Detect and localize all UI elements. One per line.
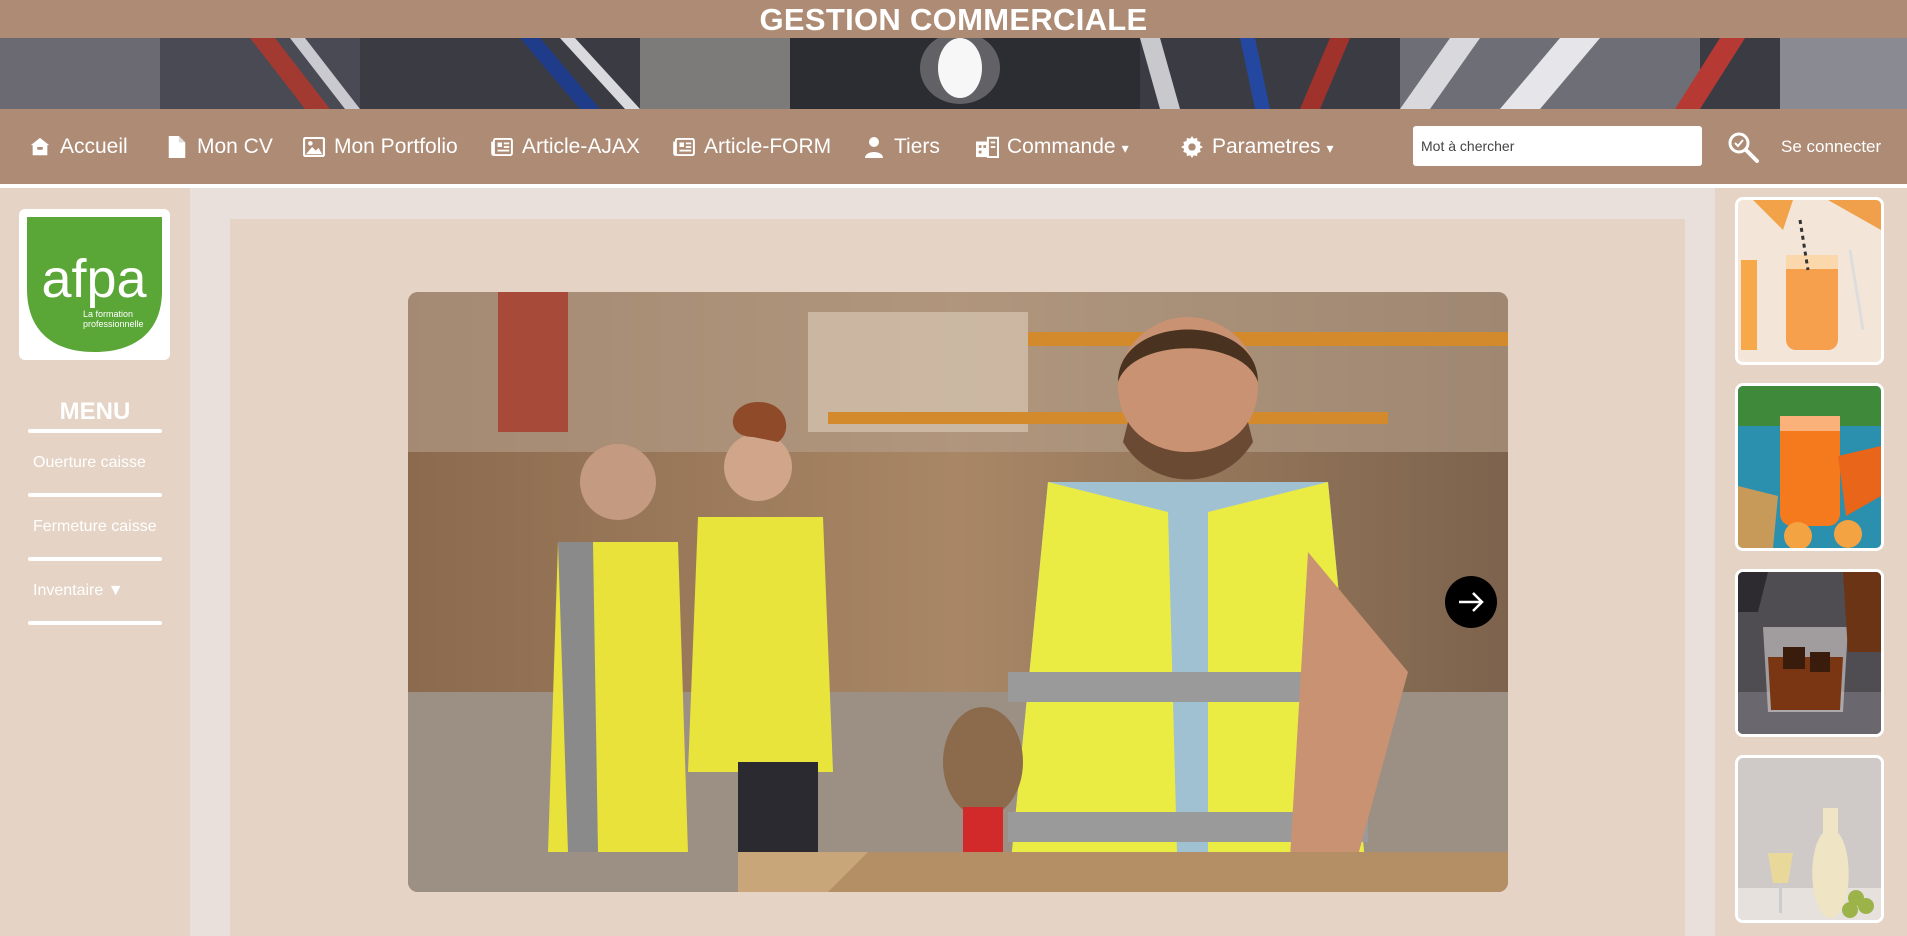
logo-tagline: professionnelle	[83, 319, 144, 329]
gear-icon	[1180, 135, 1204, 159]
nav-item-label: Commande	[1007, 134, 1116, 158]
nav-item-tiers[interactable]: Tiers	[862, 109, 940, 184]
carousel-image	[408, 292, 1508, 892]
nav-item-label: Tiers	[894, 134, 940, 158]
newspaper-icon	[672, 135, 696, 159]
left-sidebar: afpa La formation professionnelle MENU O…	[0, 188, 190, 936]
login-link[interactable]: Se connecter	[1781, 109, 1881, 184]
menu-divider	[28, 621, 162, 625]
nav-item-commande[interactable]: Commande ▾	[975, 109, 1129, 184]
arrow-right-icon	[1459, 592, 1484, 612]
chevron-down-icon: ▾	[1121, 140, 1129, 156]
nav-item-label: Mon CV	[197, 134, 273, 158]
search-input[interactable]	[1413, 126, 1702, 166]
menu-title: MENU	[59, 398, 131, 425]
menu-divider	[28, 429, 162, 433]
home-icon	[28, 135, 52, 159]
chevron-down-icon: ▾	[1326, 140, 1334, 156]
image-icon	[302, 135, 326, 159]
navbar-divider	[0, 184, 1907, 188]
order-icon	[975, 135, 999, 159]
search-icon[interactable]	[1726, 130, 1760, 164]
nav-item-mon-portfolio[interactable]: Mon Portfolio	[302, 109, 458, 184]
newspaper-icon	[490, 135, 514, 159]
user-icon	[862, 135, 886, 159]
nav-item-label: Accueil	[60, 134, 128, 158]
nav-item-label: Parametres	[1212, 134, 1321, 158]
nav-item-accueil[interactable]: Accueil	[28, 109, 128, 184]
nav-item-article-ajax[interactable]: Article-AJAX	[490, 109, 640, 184]
afpa-logo[interactable]: afpa La formation professionnelle	[19, 209, 170, 360]
document-icon	[165, 135, 189, 159]
nav-item-parametres[interactable]: Parametres ▾	[1180, 109, 1334, 184]
thumbnail-whiskey-glasses[interactable]	[1735, 569, 1884, 737]
menu-item-fermeture-caisse[interactable]: Fermeture caisse	[33, 518, 157, 536]
thumbnail-carrot-juice[interactable]	[1735, 383, 1884, 551]
nav-item-label: Mon Portfolio	[334, 134, 458, 158]
logo-text: afpa	[41, 249, 147, 309]
menu-divider	[28, 493, 162, 497]
menu-item-ouverture-caisse[interactable]: Ouerture caisse	[33, 454, 146, 472]
thumbnail-orange-juice[interactable]	[1735, 197, 1884, 365]
menu-item-inventaire[interactable]: Inventaire ▼	[33, 582, 124, 600]
nav-item-mon-cv[interactable]: Mon CV	[165, 109, 273, 184]
thumbnail-white-wine[interactable]	[1735, 755, 1884, 923]
menu-divider	[28, 557, 162, 561]
carousel-next-button[interactable]	[1445, 576, 1497, 628]
logo-tagline: La formation	[83, 309, 133, 319]
nav-item-article-form[interactable]: Article-FORM	[672, 109, 831, 184]
header-banner-image	[0, 38, 1907, 109]
page-title: GESTION COMMERCIALE	[759, 2, 1148, 37]
title-bar: GESTION COMMERCIALE	[0, 0, 1907, 38]
nav-item-label: Article-FORM	[704, 134, 832, 158]
nav-item-label: Article-AJAX	[522, 134, 640, 158]
